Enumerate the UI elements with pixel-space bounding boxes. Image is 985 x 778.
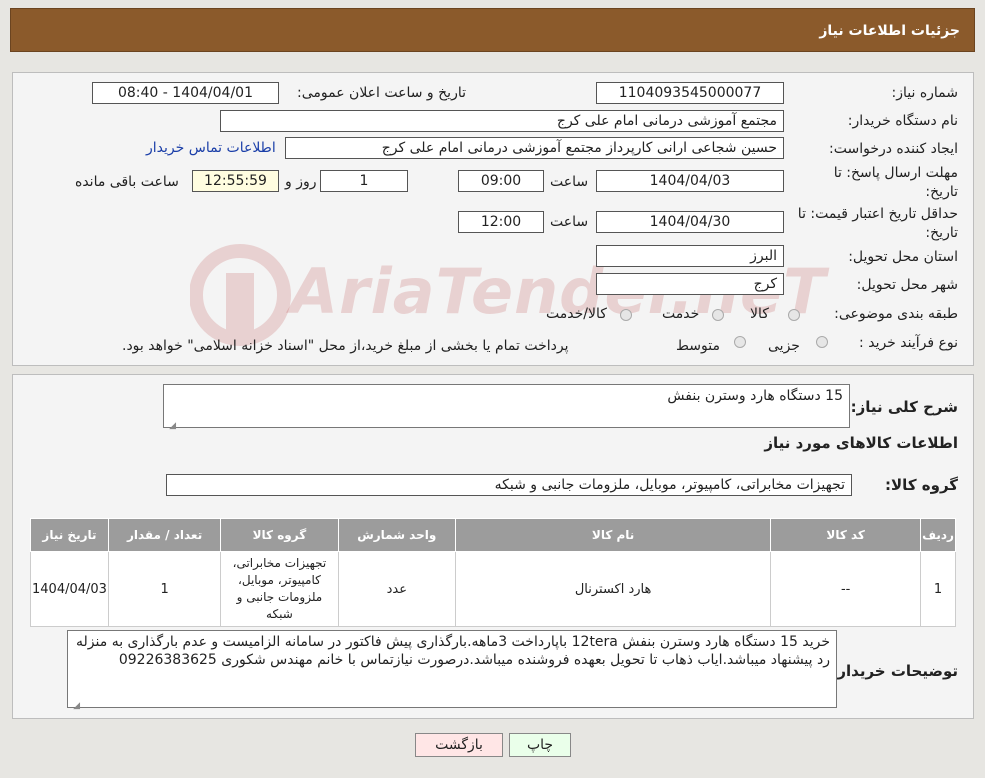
province-field: البرز — [596, 245, 784, 267]
category-option-service: خدمت — [662, 306, 700, 322]
page-title: جزئیات اطلاعات نیاز — [819, 23, 960, 39]
cell-name: هارد اکسترنال — [454, 551, 772, 627]
category-option-goods-service: کالا/خدمت — [546, 306, 607, 322]
deadline-time-field: 09:00 — [458, 170, 544, 192]
cell-unit: عدد — [337, 551, 456, 627]
col-header-date: تاریخ نیاز — [30, 518, 109, 552]
category-radio-goods[interactable] — [788, 309, 800, 321]
province-label: استان محل تحویل: — [848, 249, 958, 265]
category-radio-goods-service[interactable] — [620, 309, 632, 321]
deadline-label: مهلت ارسال پاسخ: تا — [833, 165, 958, 181]
creator-field: حسین شجاعی ارانی کارپرداز مجتمع آموزشی د… — [285, 137, 784, 159]
validity-date-field: 1404/04/30 — [596, 211, 784, 233]
city-field: کرج — [596, 273, 784, 295]
general-desc-field: 15 دستگاه هارد وسترن بنفش ◢ — [163, 384, 850, 431]
goods-group-field: تجهیزات مخابراتی، کامپیوتر، موبایل، ملزو… — [166, 474, 852, 496]
col-header-name: نام کالا — [454, 518, 772, 552]
page-header: جزئیات اطلاعات نیاز — [10, 8, 975, 52]
purchase-radio-medium[interactable] — [734, 336, 746, 348]
general-desc-label: شرح کلی نیاز: — [850, 398, 958, 416]
creator-label: ایجاد کننده درخواست: — [829, 141, 958, 157]
purchase-option-medium: متوسط — [676, 338, 720, 354]
purchase-radio-minor[interactable] — [816, 336, 828, 348]
table-row: 1 -- هارد اکسترنال عدد تجهیزات مخابراتی،… — [30, 551, 956, 627]
remaining-label: ساعت باقی مانده — [75, 174, 179, 190]
general-desc-text: 15 دستگاه هارد وسترن بنفش — [667, 388, 843, 404]
cell-quantity: 1 — [107, 551, 222, 627]
days-label: روز و — [285, 174, 317, 190]
purchase-type-label: نوع فرآیند خرید : — [859, 335, 958, 351]
validity-label: حداقل تاریخ اعتبار قیمت: تا — [797, 206, 958, 222]
buyer-notes-text: خرید 15 دستگاه هارد وسترن بنفش 12tera با… — [76, 634, 830, 668]
col-header-code: کد کالا — [770, 518, 922, 552]
city-label: شهر محل تحویل: — [856, 277, 958, 293]
contact-buyer-link[interactable]: اطلاعات تماس خریدار — [146, 140, 276, 156]
cell-group: تجهیزات مخابراتی، کامپیوتر، موبایل، ملزو… — [220, 551, 339, 627]
deadline-label-date: تاریخ: — [925, 184, 958, 200]
goods-group-label: گروه کالا: — [885, 476, 958, 494]
back-button[interactable]: بازگشت — [415, 733, 503, 757]
announce-field: 1404/04/01 - 08:40 — [92, 82, 279, 104]
purchase-note: پرداخت تمام یا بخشی از مبلغ خرید،از محل … — [122, 338, 569, 354]
cell-date: 1404/04/03 — [30, 551, 109, 627]
cell-code: -- — [770, 551, 922, 627]
buyer-notes-label: توضیحات خریدار: — [831, 662, 958, 680]
need-number-label: شماره نیاز: — [891, 85, 959, 101]
category-label: طبقه بندی موضوعی: — [834, 306, 958, 322]
table-header-row: ردیف کد کالا نام کالا واحد شمارش گروه کا… — [30, 518, 956, 552]
deadline-date-field: 1404/04/03 — [596, 170, 784, 192]
col-header-row-number: ردیف — [920, 518, 956, 552]
deadline-hour-label: ساعت — [550, 174, 589, 190]
category-option-goods: کالا — [750, 306, 769, 322]
resize-grip-icon[interactable]: ◢ — [72, 697, 80, 711]
cell-row-number: 1 — [920, 551, 956, 627]
validity-hour-label: ساعت — [550, 214, 589, 230]
category-radio-service[interactable] — [712, 309, 724, 321]
print-button[interactable]: چاپ — [509, 733, 571, 757]
goods-info-title: اطلاعات کالاهای مورد نیاز — [764, 434, 958, 452]
items-table: ردیف کد کالا نام کالا واحد شمارش گروه کا… — [30, 518, 956, 627]
buyer-org-label: نام دستگاه خریدار: — [847, 113, 958, 129]
days-field: 1 — [320, 170, 408, 192]
col-header-group: گروه کالا — [220, 518, 339, 552]
purchase-option-minor: جزیی — [768, 338, 800, 354]
buyer-notes-field: خرید 15 دستگاه هارد وسترن بنفش 12tera با… — [67, 630, 837, 711]
resize-grip-icon[interactable]: ◢ — [168, 417, 176, 431]
buyer-org-field: مجتمع آموزشی درمانی امام علی کرج — [220, 110, 784, 132]
col-header-quantity: تعداد / مقدار — [107, 518, 222, 552]
remaining-time-field: 12:55:59 — [192, 170, 279, 192]
col-header-unit: واحد شمارش — [337, 518, 456, 552]
validity-time-field: 12:00 — [458, 211, 544, 233]
announce-label: تاریخ و ساعت اعلان عمومی: — [297, 85, 466, 101]
validity-label-date: تاریخ: — [925, 225, 958, 241]
need-number-field: 1104093545000077 — [596, 82, 784, 104]
